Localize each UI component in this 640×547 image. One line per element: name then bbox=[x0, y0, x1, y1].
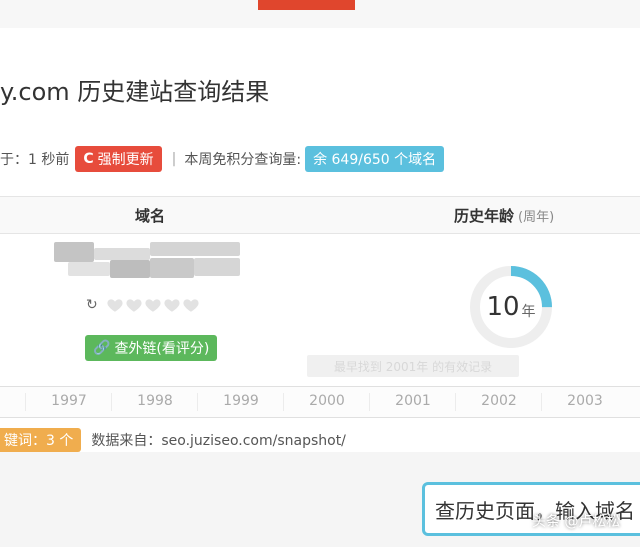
heart-icon bbox=[145, 299, 161, 312]
timeline-year[interactable]: 2002 bbox=[455, 393, 542, 411]
timeline-year[interactable]: 1997 bbox=[25, 393, 112, 411]
timeline-year[interactable]: 2000 bbox=[283, 393, 370, 411]
data-source-text: 数据来自：seo.juziseo.com/snapshot/ bbox=[91, 433, 346, 449]
year-timeline: 1997 1998 1999 2000 2001 2002 2003 bbox=[0, 386, 640, 418]
column-header-domain: 域名 bbox=[135, 207, 166, 225]
divider: | bbox=[171, 151, 177, 167]
timeline-year[interactable]: 2001 bbox=[369, 393, 456, 411]
timeline-year[interactable]: 1999 bbox=[197, 393, 284, 411]
column-header-age: 历史年龄 (周年) bbox=[454, 205, 554, 226]
table-header: 域名 历史年龄 (周年) bbox=[0, 196, 640, 234]
check-backlinks-label: 查外链(看评分) bbox=[114, 341, 210, 357]
heart-icon bbox=[183, 299, 199, 312]
force-refresh-label: 强制更新 bbox=[97, 152, 154, 168]
column-header-age-label: 历史年龄 bbox=[454, 207, 515, 225]
earliest-record-tooltip: 最早找到 2001年 的有效记录 bbox=[307, 355, 519, 377]
page-title: y.com 历史建站查询结果 bbox=[0, 78, 270, 106]
column-header-age-unit: (周年) bbox=[518, 210, 555, 225]
heart-icon bbox=[107, 299, 123, 312]
age-number: 10 bbox=[486, 292, 520, 322]
quota-badge: 余 649/650 个域名 bbox=[305, 146, 445, 172]
heart-icon bbox=[164, 299, 180, 312]
updated-text: 于：1 秒前 bbox=[0, 152, 70, 168]
heart-icon bbox=[126, 299, 142, 312]
info-bar: 于：1 秒前 C 强制更新 | 本周免积分查询量: 余 649/650 个域名 bbox=[0, 146, 445, 172]
keyword-count-badge: 键词：3 个 bbox=[0, 428, 82, 452]
reload-icon[interactable]: ↻ bbox=[86, 297, 98, 313]
rating-row: ↻ bbox=[86, 296, 201, 314]
refresh-icon: C bbox=[83, 151, 94, 167]
blurred-domain-name bbox=[54, 242, 240, 278]
rating-hearts bbox=[106, 296, 201, 314]
link-icon: 🔗 bbox=[93, 340, 111, 356]
footer-line: 键词：3 个 数据来自：seo.juziseo.com/snapshot/ bbox=[0, 428, 346, 452]
age-value: 10 年 bbox=[469, 265, 553, 349]
timeline-year[interactable]: 1998 bbox=[111, 393, 198, 411]
check-backlinks-button[interactable]: 🔗 查外链(看评分) bbox=[85, 335, 218, 361]
active-tab-indicator[interactable] bbox=[258, 0, 355, 10]
age-unit: 年 bbox=[521, 304, 536, 320]
force-refresh-button[interactable]: C 强制更新 bbox=[75, 146, 162, 172]
quota-label: 本周免积分查询量: bbox=[184, 152, 302, 168]
watermark: 头条 @卢松松 bbox=[532, 514, 621, 530]
timeline-year[interactable]: 2003 bbox=[541, 393, 628, 411]
